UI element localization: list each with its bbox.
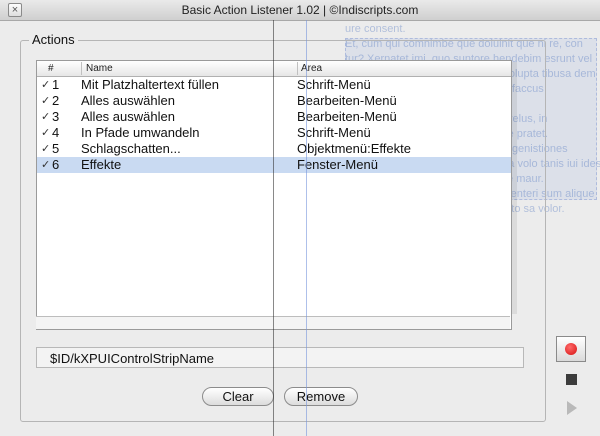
action-listener-window: ure consent. Et, cum qui comnimbe que dol… [0, 0, 600, 436]
row-number: 1 [52, 77, 60, 92]
actions-table[interactable]: # Name Area ✓ 1 Mit Platzhaltertext füllen… [36, 60, 512, 330]
table-header: # Name Area [37, 61, 511, 77]
record-button[interactable] [556, 336, 586, 362]
row-area: Fenster-Menü [297, 157, 378, 172]
row-action-name: In Pfade umwandeln [81, 125, 200, 140]
row-number: 6 [52, 157, 60, 172]
window-title: Basic Action Listener 1.02 | ©Indiscript… [181, 3, 419, 17]
stop-button[interactable] [556, 366, 586, 392]
background-text-line: ure consent. [345, 23, 406, 35]
control-strip-name-field[interactable]: $ID/kXPUIControlStripName [36, 347, 524, 368]
row-check-icon[interactable]: ✓ [41, 157, 51, 173]
stop-icon [566, 374, 577, 385]
table-row[interactable]: ✓ 6 Effekte Fenster-Menü [37, 157, 511, 173]
column-header-area[interactable]: Area [297, 62, 501, 75]
table-row[interactable]: ✓ 4 In Pfade umwandeln Schrift-Menü [37, 125, 511, 141]
row-check-icon[interactable]: ✓ [41, 77, 51, 93]
play-button[interactable] [556, 394, 586, 420]
row-area: Schrift-Menü [297, 77, 371, 92]
row-check-icon[interactable]: ✓ [41, 109, 51, 125]
guide-line-blue [306, 20, 307, 436]
row-area: Schrift-Menü [297, 125, 371, 140]
recorder-controls [556, 336, 586, 428]
actions-group-label: Actions [29, 32, 78, 47]
row-number: 2 [52, 93, 60, 108]
row-number: 5 [52, 141, 60, 156]
clear-button[interactable]: Clear [202, 387, 274, 406]
row-number: 4 [52, 125, 60, 140]
guide-line-dark [273, 20, 274, 436]
play-icon [567, 401, 577, 415]
row-number: 3 [52, 109, 60, 124]
table-row[interactable]: ✓ 2 Alles auswählen Bearbeiten-Menü [37, 93, 511, 109]
table-rows: ✓ 1 Mit Platzhaltertext füllen Schrift-Menü… [37, 77, 511, 173]
table-row[interactable]: ✓ 5 Schlagschatten... Objektmenü:Effekte [37, 141, 511, 157]
row-action-name: Alles auswählen [81, 109, 175, 124]
row-check-icon[interactable]: ✓ [41, 141, 51, 157]
column-header-name[interactable]: Name [81, 62, 296, 75]
row-action-name: Alles auswählen [81, 93, 175, 108]
row-area: Bearbeiten-Menü [297, 109, 397, 124]
table-row[interactable]: ✓ 1 Mit Platzhaltertext füllen Schrift-Menü [37, 77, 511, 93]
row-action-name: Effekte [81, 157, 122, 172]
table-row[interactable]: ✓ 3 Alles auswählen Bearbeiten-Menü [37, 109, 511, 125]
record-icon [565, 343, 577, 355]
row-check-icon[interactable]: ✓ [41, 125, 51, 141]
row-area: Objektmenü:Effekte [297, 141, 411, 156]
row-action-name: Mit Platzhaltertext füllen [81, 77, 220, 92]
remove-button[interactable]: Remove [284, 387, 358, 406]
row-area: Bearbeiten-Menü [297, 93, 397, 108]
title-bar[interactable]: × Basic Action Listener 1.02 | ©Indiscri… [0, 0, 600, 21]
row-action-name: Schlagschatten... [81, 141, 181, 156]
row-check-icon[interactable]: ✓ [41, 93, 51, 109]
column-header-number[interactable]: # [48, 62, 54, 75]
